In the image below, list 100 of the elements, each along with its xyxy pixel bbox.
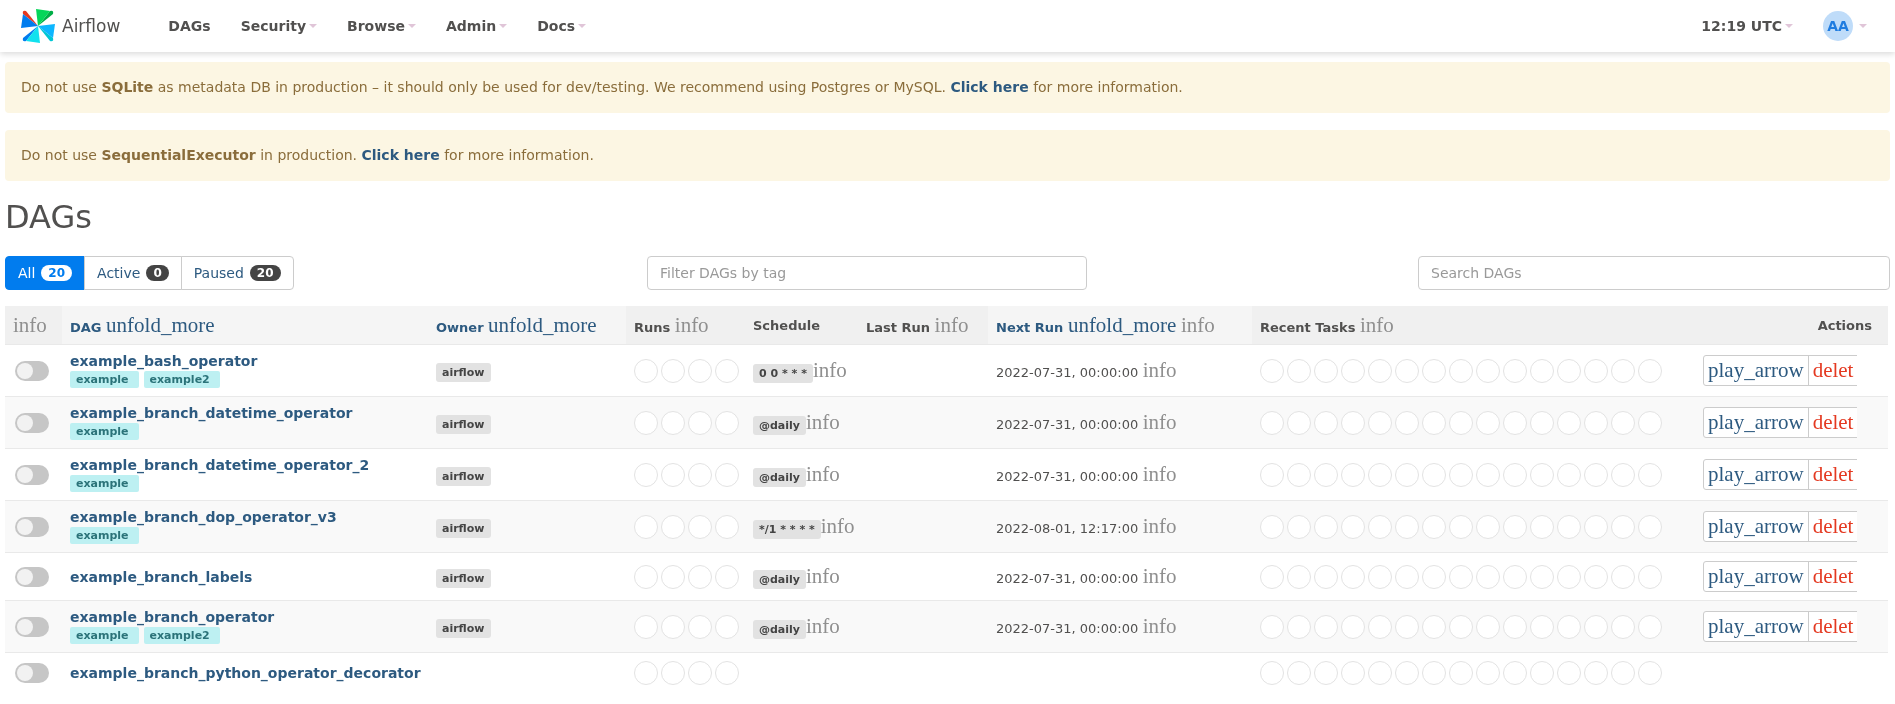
- status-circle-icon[interactable]: [1287, 564, 1311, 589]
- status-circle-icon[interactable]: [715, 661, 739, 685]
- column-header[interactable]: Next Run unfold_more info: [988, 306, 1252, 345]
- status-circle-icon[interactable]: [1395, 514, 1419, 539]
- alert-link[interactable]: Click here: [361, 147, 440, 163]
- status-circle-icon[interactable]: [1341, 661, 1365, 685]
- status-circle-icon[interactable]: [1368, 410, 1392, 435]
- search-field[interactable]: Search DAGs: [1418, 256, 1890, 290]
- owner-label[interactable]: airflow: [436, 618, 491, 638]
- clock-menu[interactable]: 12:19 UTC: [1701, 14, 1793, 38]
- status-circle-icon[interactable]: [1638, 614, 1662, 639]
- status-circle-icon[interactable]: [1287, 514, 1311, 539]
- schedule-label[interactable]: */1 * * * *: [753, 520, 821, 539]
- status-circle-icon[interactable]: [1395, 358, 1419, 383]
- nav-menu-item[interactable]: Browse: [347, 14, 416, 38]
- dag-link[interactable]: example_branch_dop_operator_v3: [70, 509, 420, 525]
- status-circle-icon[interactable]: [1530, 358, 1554, 383]
- status-circle-icon[interactable]: [1260, 661, 1284, 685]
- status-circle-icon[interactable]: [1476, 514, 1500, 539]
- status-circle-icon[interactable]: [634, 614, 658, 639]
- tag-label[interactable]: example: [70, 527, 139, 544]
- pause-toggle[interactable]: [15, 412, 49, 433]
- status-circle-icon[interactable]: [1422, 410, 1446, 435]
- status-circle-icon[interactable]: [1260, 410, 1284, 435]
- status-circle-icon[interactable]: [1638, 462, 1662, 487]
- status-circle-icon[interactable]: [688, 514, 712, 539]
- status-circle-icon[interactable]: [1557, 564, 1581, 589]
- status-circle-icon[interactable]: [1341, 358, 1365, 383]
- status-circle-icon[interactable]: [1449, 661, 1473, 685]
- status-circle-icon[interactable]: [1638, 564, 1662, 589]
- status-circle-icon[interactable]: [1368, 514, 1392, 539]
- pause-toggle[interactable]: [15, 516, 49, 537]
- status-circle-icon[interactable]: [688, 410, 712, 435]
- tag-filter-field[interactable]: Filter DAGs by tag: [647, 256, 1087, 290]
- status-circle-icon[interactable]: [1611, 614, 1635, 639]
- status-circle-icon[interactable]: [688, 358, 712, 383]
- trigger-button[interactable]: play_arrow: [1703, 407, 1809, 438]
- status-circle-icon[interactable]: [1287, 614, 1311, 639]
- status-circle-icon[interactable]: [1530, 661, 1554, 685]
- status-circle-icon[interactable]: [1395, 614, 1419, 639]
- status-filter-button[interactable]: Active 0: [84, 256, 182, 290]
- owner-label[interactable]: airflow: [436, 568, 491, 588]
- status-circle-icon[interactable]: [1476, 410, 1500, 435]
- delete-button[interactable]: delet: [1807, 561, 1858, 592]
- status-circle-icon[interactable]: [1449, 614, 1473, 639]
- status-circle-icon[interactable]: [1584, 661, 1608, 685]
- status-circle-icon[interactable]: [1314, 564, 1338, 589]
- status-circle-icon[interactable]: [1260, 564, 1284, 589]
- tag-label[interactable]: example2: [143, 627, 220, 644]
- status-circle-icon[interactable]: [1395, 661, 1419, 685]
- status-circle-icon[interactable]: [634, 514, 658, 539]
- status-circle-icon[interactable]: [1503, 661, 1527, 685]
- status-circle-icon[interactable]: [661, 462, 685, 487]
- status-circle-icon[interactable]: [715, 564, 739, 589]
- status-circle-icon[interactable]: [1341, 462, 1365, 487]
- pause-toggle[interactable]: [15, 464, 49, 485]
- dag-link[interactable]: example_branch_datetime_operator_2: [70, 457, 420, 473]
- nav-menu-item[interactable]: Docs: [537, 14, 587, 38]
- status-circle-icon[interactable]: [1557, 661, 1581, 685]
- status-circle-icon[interactable]: [1422, 564, 1446, 589]
- status-circle-icon[interactable]: [1557, 514, 1581, 539]
- status-circle-icon[interactable]: [661, 410, 685, 435]
- status-circle-icon[interactable]: [661, 514, 685, 539]
- status-circle-icon[interactable]: [1476, 462, 1500, 487]
- status-circle-icon[interactable]: [1530, 614, 1554, 639]
- status-circle-icon[interactable]: [1422, 614, 1446, 639]
- schedule-label[interactable]: @daily: [753, 468, 806, 487]
- status-circle-icon[interactable]: [1287, 410, 1311, 435]
- dag-link[interactable]: example_branch_operator: [70, 609, 420, 625]
- status-circle-icon[interactable]: [1395, 564, 1419, 589]
- status-circle-icon[interactable]: [1449, 462, 1473, 487]
- status-filter-button[interactable]: Paused 20: [180, 256, 294, 290]
- status-circle-icon[interactable]: [1314, 661, 1338, 685]
- status-circle-icon[interactable]: [688, 462, 712, 487]
- tag-label[interactable]: example2: [143, 371, 220, 388]
- status-circle-icon[interactable]: [1260, 358, 1284, 383]
- status-circle-icon[interactable]: [715, 614, 739, 639]
- status-circle-icon[interactable]: [1449, 410, 1473, 435]
- status-circle-icon[interactable]: [1503, 564, 1527, 589]
- delete-button[interactable]: delet: [1807, 611, 1858, 642]
- status-circle-icon[interactable]: [688, 614, 712, 639]
- schedule-label[interactable]: @daily: [753, 416, 806, 435]
- status-circle-icon[interactable]: [1341, 410, 1365, 435]
- status-circle-icon[interactable]: [1638, 661, 1662, 685]
- status-circle-icon[interactable]: [1368, 661, 1392, 685]
- status-circle-icon[interactable]: [1611, 462, 1635, 487]
- tag-label[interactable]: example: [70, 627, 139, 644]
- status-circle-icon[interactable]: [1557, 410, 1581, 435]
- status-circle-icon[interactable]: [715, 358, 739, 383]
- status-circle-icon[interactable]: [1584, 564, 1608, 589]
- status-circle-icon[interactable]: [1530, 410, 1554, 435]
- status-circle-icon[interactable]: [1530, 514, 1554, 539]
- status-circle-icon[interactable]: [1503, 358, 1527, 383]
- trigger-button[interactable]: play_arrow: [1703, 459, 1809, 490]
- status-circle-icon[interactable]: [1503, 462, 1527, 487]
- owner-label[interactable]: airflow: [436, 414, 491, 434]
- status-circle-icon[interactable]: [634, 410, 658, 435]
- status-circle-icon[interactable]: [1368, 462, 1392, 487]
- status-circle-icon[interactable]: [1557, 614, 1581, 639]
- alert-link[interactable]: Click here: [950, 79, 1029, 95]
